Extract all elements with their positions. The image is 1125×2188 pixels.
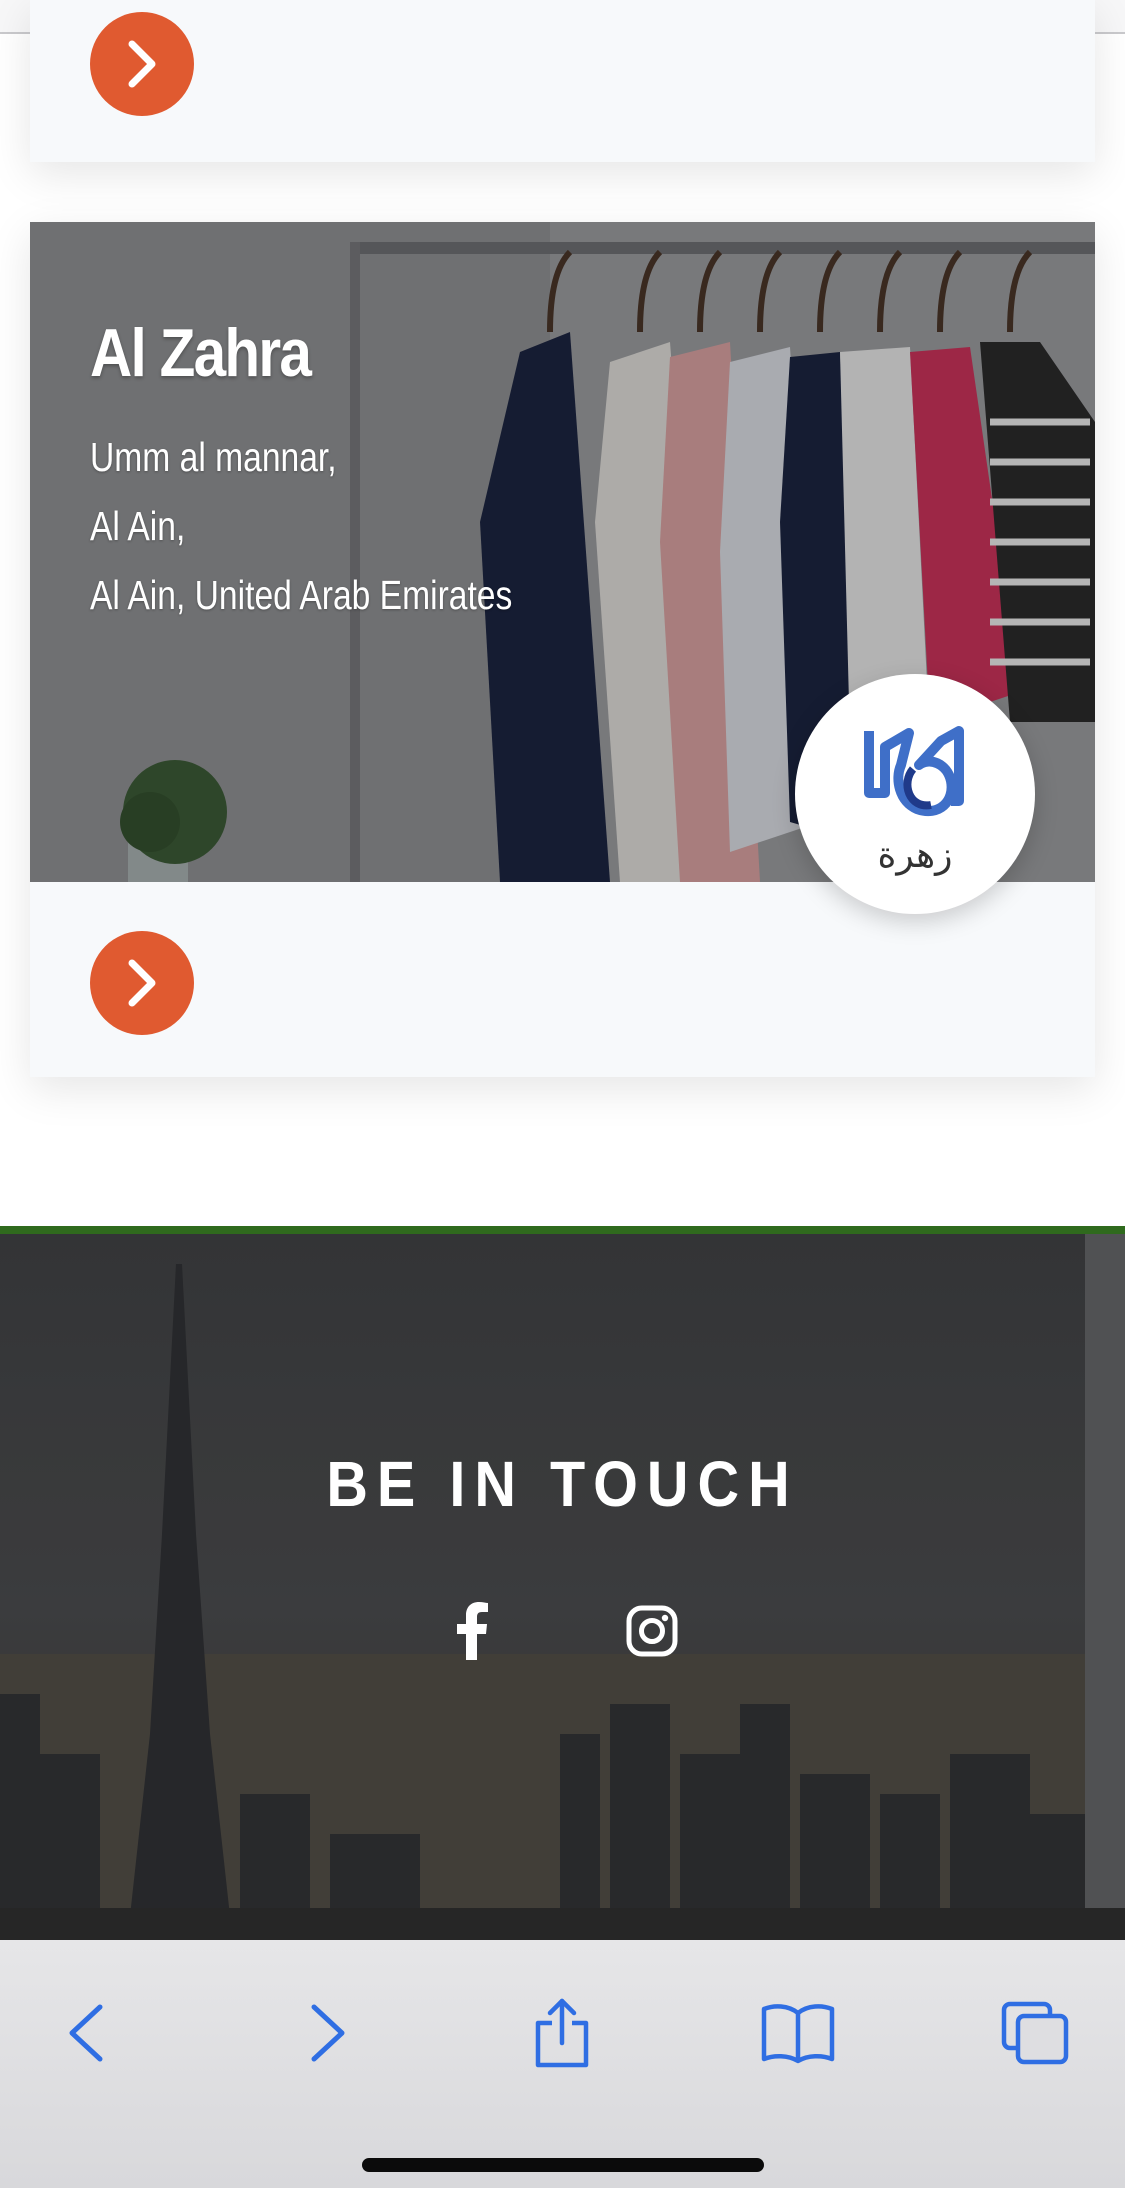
store-address-line-3: Al Ain, United Arab Emirates bbox=[90, 572, 513, 618]
tabs-button[interactable] bbox=[985, 1983, 1085, 2083]
back-icon bbox=[69, 2004, 103, 2062]
share-icon bbox=[535, 1998, 589, 2068]
forward-button[interactable] bbox=[278, 1983, 378, 2083]
share-button[interactable] bbox=[512, 1983, 612, 2083]
forward-icon bbox=[311, 2004, 345, 2062]
store-card[interactable]: Al Zahra Umm al mannar, Al Ain, Al Ain, … bbox=[30, 222, 1095, 1077]
store-address-line-2: Al Ain, bbox=[90, 503, 186, 549]
store-logo: زهرة bbox=[795, 674, 1035, 914]
facebook-icon bbox=[457, 1602, 488, 1660]
zahra-logo-mark bbox=[864, 725, 964, 816]
footer-edge bbox=[1085, 1226, 1125, 1908]
back-button[interactable] bbox=[36, 1983, 136, 2083]
bookmarks-button[interactable] bbox=[748, 1983, 848, 2083]
city-skyline-background bbox=[0, 1234, 1085, 1908]
store-address-line-1: Umm al mannar, bbox=[90, 434, 337, 480]
store-details-button[interactable] bbox=[90, 12, 194, 116]
store-name: Al Zahra bbox=[90, 315, 312, 391]
bookmarks-icon bbox=[761, 2004, 835, 2064]
chevron-right-icon bbox=[128, 40, 156, 88]
store-logo-text: زهرة bbox=[877, 834, 953, 876]
home-indicator bbox=[362, 2158, 764, 2172]
browser-toolbar bbox=[0, 1940, 1125, 2188]
footer: BE IN TOUCH bbox=[0, 1226, 1085, 1908]
store-card-previous bbox=[30, 0, 1095, 162]
chevron-right-icon bbox=[128, 959, 156, 1007]
footer-title: BE IN TOUCH bbox=[326, 1448, 799, 1520]
facebook-link[interactable] bbox=[437, 1596, 507, 1666]
store-details-button[interactable] bbox=[90, 931, 194, 1035]
tabs-icon bbox=[1001, 2001, 1069, 2065]
instagram-icon bbox=[626, 1605, 678, 1657]
instagram-link[interactable] bbox=[617, 1596, 687, 1666]
page-bottom-band bbox=[0, 1908, 1125, 1940]
